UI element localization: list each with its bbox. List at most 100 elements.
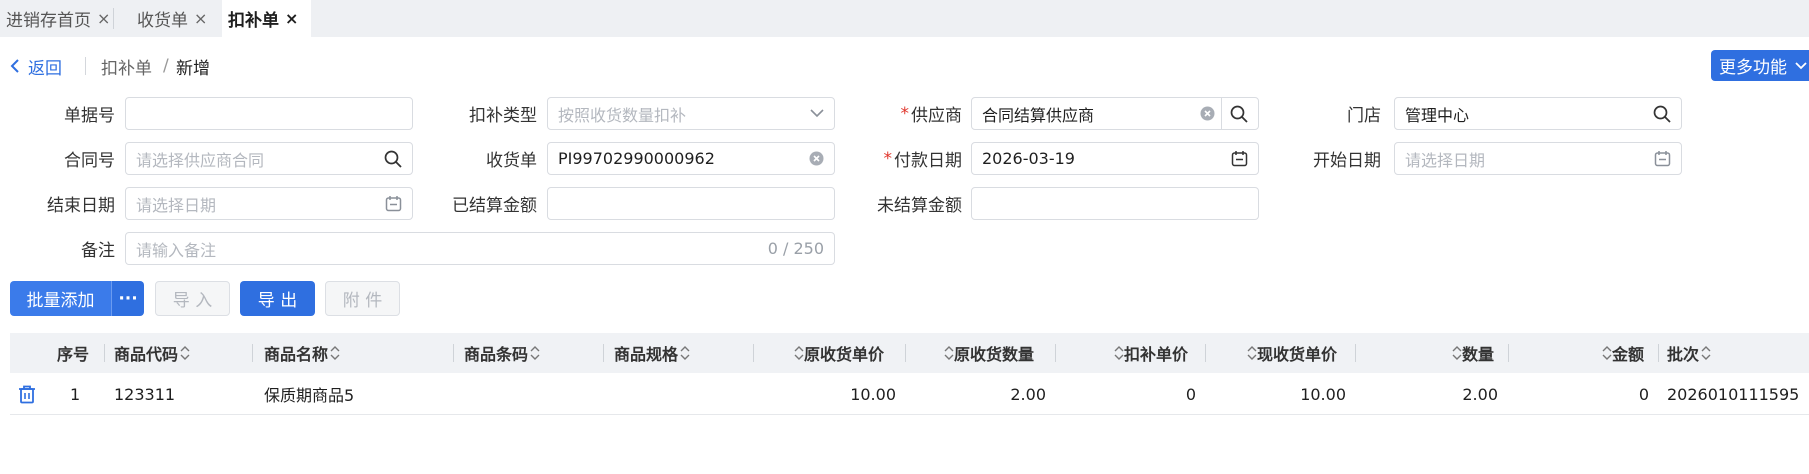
more-functions-button[interactable]: 更多功能 xyxy=(1711,50,1809,81)
export-button[interactable]: 导 出 xyxy=(240,281,315,316)
close-icon[interactable]: × xyxy=(97,9,110,28)
column-divider xyxy=(252,344,253,362)
tab-deduct-order[interactable]: 扣补单 × xyxy=(222,0,311,37)
col-amount[interactable]: 金额 xyxy=(1600,333,1644,373)
tab-label: 进销存首页 xyxy=(6,11,91,31)
clear-icon[interactable] xyxy=(1200,106,1215,121)
col-orig-price[interactable]: 原收货单价 xyxy=(792,333,884,373)
required-mark: * xyxy=(883,148,893,169)
sort-icon[interactable] xyxy=(1452,345,1462,361)
remark-input[interactable]: 请输入备注 0 / 250 xyxy=(125,232,835,265)
breadcrumb-parent[interactable]: 扣补单 xyxy=(101,54,152,79)
col-name[interactable]: 商品名称 xyxy=(264,333,340,373)
sort-icon[interactable] xyxy=(794,345,804,361)
store-label: 门店 xyxy=(1347,106,1381,126)
col-deduct-price[interactable]: 扣补单价 xyxy=(1112,333,1188,373)
receipt-label: 收货单 xyxy=(486,151,537,171)
col-barcode-label: 商品条码 xyxy=(464,345,529,364)
col-cur-price[interactable]: 现收货单价 xyxy=(1245,333,1337,373)
sort-icon[interactable] xyxy=(330,345,340,361)
tab-receipt[interactable]: 收货单 × xyxy=(131,0,211,37)
tab-divider xyxy=(113,8,114,29)
sort-icon[interactable] xyxy=(1114,345,1124,361)
col-batch[interactable]: 批次 xyxy=(1667,333,1711,373)
contract-no-input[interactable]: 请选择供应商合同 xyxy=(125,142,413,175)
col-orig-qty[interactable]: 原收货数量 xyxy=(942,333,1034,373)
sort-icon[interactable] xyxy=(944,345,954,361)
sort-icon[interactable] xyxy=(1247,345,1257,361)
sort-icon[interactable] xyxy=(530,345,540,361)
cell-code: 123311 xyxy=(114,384,176,404)
calendar-icon[interactable] xyxy=(1654,150,1671,167)
search-icon[interactable] xyxy=(1653,105,1671,123)
column-divider xyxy=(905,344,906,362)
tab-inventory-home[interactable]: 进销存首页 × xyxy=(0,0,113,37)
import-button[interactable]: 导 入 xyxy=(155,281,230,316)
cell-amount: 0 xyxy=(1638,384,1649,404)
back-link[interactable]: 返回 xyxy=(10,54,62,79)
tab-label: 收货单 xyxy=(137,11,188,31)
receipt-value: PI99702990000962 xyxy=(558,149,715,168)
pay-date-label: * 付款日期 xyxy=(840,142,963,175)
batch-add-more-button[interactable]: ··· xyxy=(111,281,144,316)
col-amount-label: 金额 xyxy=(1612,345,1645,364)
column-divider xyxy=(1055,344,1056,362)
sort-icon[interactable] xyxy=(680,345,690,361)
col-code[interactable]: 商品代码 xyxy=(114,333,190,373)
remark-placeholder: 请输入备注 xyxy=(136,240,217,260)
cell-orig-price: 10.00 xyxy=(850,384,896,404)
calendar-icon[interactable] xyxy=(1231,150,1248,167)
supplier-value: 合同结算供应商 xyxy=(982,105,1095,125)
contract-no-placeholder: 请选择供应商合同 xyxy=(136,150,265,170)
pay-date-picker[interactable]: 2026-03-19 xyxy=(971,142,1259,175)
delete-icon[interactable] xyxy=(18,373,36,415)
supplier-label: * 供应商 xyxy=(840,97,963,130)
receipt-input[interactable]: PI99702990000962 xyxy=(547,142,835,175)
deduct-type-placeholder: 按照收货数量扣补 xyxy=(558,105,687,125)
search-icon[interactable] xyxy=(1230,105,1248,123)
column-divider xyxy=(1508,344,1509,362)
col-name-label: 商品名称 xyxy=(264,345,329,364)
back-label: 返回 xyxy=(28,58,62,79)
deduct-type-select[interactable]: 按照收货数量扣补 xyxy=(547,97,835,130)
chevron-down-icon xyxy=(1795,61,1807,69)
col-seq: 序号 xyxy=(57,345,90,364)
remark-label: 备注 xyxy=(81,241,115,261)
attachment-button[interactable]: 附 件 xyxy=(325,281,400,316)
sort-icon[interactable] xyxy=(1602,345,1612,361)
settled-amount-input[interactable] xyxy=(547,187,835,220)
doc-no-input[interactable] xyxy=(125,97,413,130)
col-barcode[interactable]: 商品条码 xyxy=(464,333,540,373)
doc-no-label: 单据号 xyxy=(64,106,115,126)
start-date-picker[interactable]: 请选择日期 xyxy=(1394,142,1682,175)
cell-qty: 2.00 xyxy=(1462,384,1498,404)
col-spec[interactable]: 商品规格 xyxy=(614,333,690,373)
column-divider xyxy=(1355,344,1356,362)
close-icon[interactable]: × xyxy=(285,9,298,28)
unsettled-amount-input[interactable] xyxy=(971,187,1259,220)
cell-batch: 2026010111595 xyxy=(1667,384,1800,404)
close-icon[interactable]: × xyxy=(194,9,207,28)
pay-date-value: 2026-03-19 xyxy=(982,149,1075,168)
calendar-icon[interactable] xyxy=(385,195,402,212)
remark-char-counter: 0 / 250 xyxy=(767,239,824,258)
search-icon[interactable] xyxy=(384,150,402,168)
supplier-label-text: 供应商 xyxy=(911,106,962,126)
col-batch-label: 批次 xyxy=(1667,345,1700,364)
store-input[interactable]: 管理中心 xyxy=(1394,97,1682,130)
col-spec-label: 商品规格 xyxy=(614,345,679,364)
supplier-input[interactable]: 合同结算供应商 xyxy=(971,97,1259,130)
sort-icon[interactable] xyxy=(1701,345,1711,361)
batch-add-button[interactable]: 批量添加 xyxy=(10,281,111,316)
cell-orig-qty: 2.00 xyxy=(1010,384,1046,404)
col-deduct-price-label: 扣补单价 xyxy=(1124,345,1189,364)
sort-icon[interactable] xyxy=(180,345,190,361)
clear-icon[interactable] xyxy=(809,151,824,166)
end-date-picker[interactable]: 请选择日期 xyxy=(125,187,413,220)
cell-deduct-price: 0 xyxy=(1185,384,1196,404)
col-qty[interactable]: 数量 xyxy=(1450,333,1494,373)
cell-name: 保质期商品5 xyxy=(264,386,355,405)
end-date-placeholder: 请选择日期 xyxy=(136,195,217,215)
required-mark: * xyxy=(900,103,910,124)
tab-label: 扣补单 xyxy=(228,11,279,31)
